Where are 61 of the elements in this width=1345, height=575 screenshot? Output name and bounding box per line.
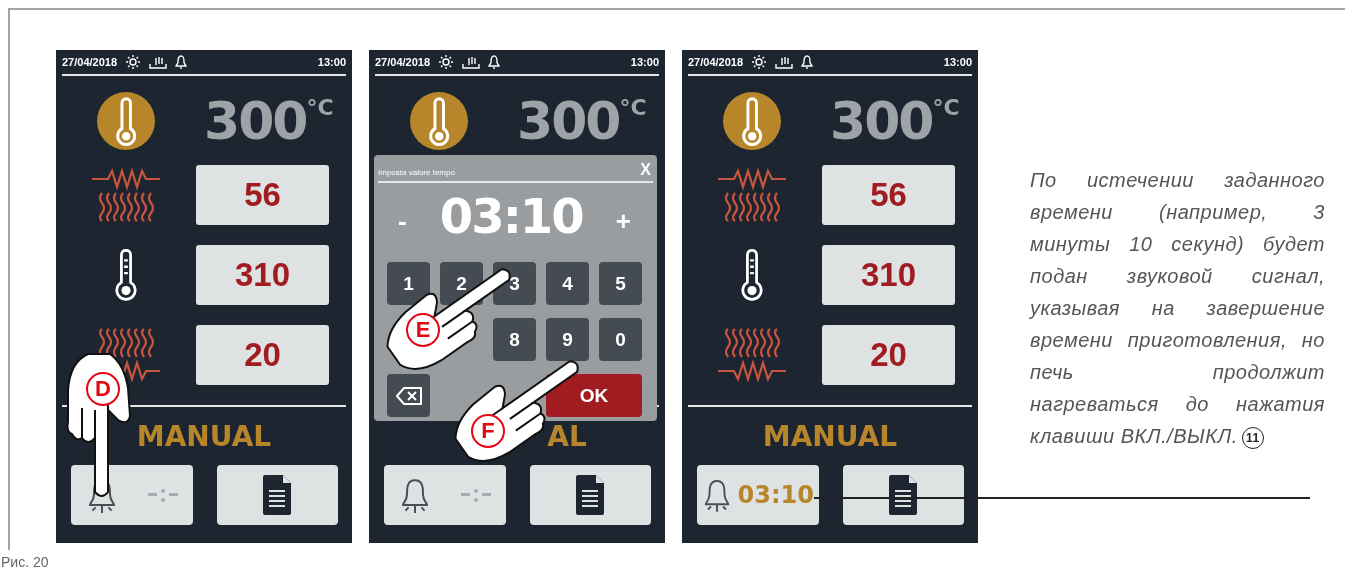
- time-value: 03:10: [439, 188, 583, 244]
- bell-icon: [801, 55, 814, 69]
- value-display: 20: [196, 325, 329, 385]
- timer-button[interactable]: [71, 465, 193, 525]
- timer-placeholder-icon: [147, 489, 178, 503]
- mode-label: MANUAL: [136, 419, 272, 453]
- value-display: 56: [822, 165, 955, 225]
- recipe-button[interactable]: [529, 465, 651, 525]
- heating-element-icon: [716, 327, 788, 383]
- value-display: 310: [196, 245, 329, 305]
- steam-icon: [149, 55, 168, 69]
- value-display: 310: [822, 245, 955, 305]
- recipe-button[interactable]: [216, 465, 338, 525]
- bell-icon: [175, 55, 188, 69]
- timer-button[interactable]: [384, 465, 506, 525]
- value-display: 20: [822, 325, 955, 385]
- status-date: 27/04/2018: [375, 56, 431, 68]
- temperature-unit: °C: [932, 95, 960, 120]
- status-date: 27/04/2018: [62, 56, 118, 68]
- temperature-value: 300: [830, 91, 933, 151]
- status-time: 13:00: [630, 56, 659, 68]
- temperature-value: 300: [204, 91, 307, 151]
- keypad-key[interactable]: 8: [493, 318, 536, 361]
- description-text: По истечении заданного времени (например, 3 минуты 10 секунд) будет подан звуковой сигнал, указывая на завершение времени приготовления, но печь продолжит нагреваться до нажатия клавиши ВКЛ./ВЫКЛ. 11: [1030, 168, 1325, 451]
- keypad-key[interactable]: 4: [546, 262, 589, 305]
- temperature-icon: [723, 92, 781, 150]
- steam-icon: [462, 55, 481, 69]
- keypad-key[interactable]: 0: [599, 318, 642, 361]
- document-icon: [263, 475, 292, 515]
- lamp-icon: [751, 55, 768, 69]
- mode-label: MANUAL: [762, 419, 898, 453]
- steam-icon: [775, 55, 794, 69]
- timer-placeholder-icon: [460, 489, 491, 503]
- mode-label: AL: [547, 419, 587, 453]
- temperature-icon: [97, 92, 155, 150]
- lamp-icon: [125, 55, 142, 69]
- dialog-title: Imposta valore tempo: [378, 168, 455, 179]
- bell-icon: [488, 55, 501, 69]
- heating-element-icon: [716, 167, 788, 223]
- value-display: 56: [196, 165, 329, 225]
- recipe-button[interactable]: [842, 465, 964, 525]
- temperature-unit: °C: [306, 95, 334, 120]
- status-time: 13:00: [317, 56, 346, 68]
- document-icon: [576, 475, 605, 515]
- ok-button[interactable]: OK: [546, 374, 642, 417]
- thermometer-icon: [115, 249, 137, 301]
- temperature-icon: [410, 92, 468, 150]
- heating-element-icon: [90, 167, 162, 223]
- status-time: 13:00: [943, 56, 972, 68]
- figure-caption: Рис. 20: [1, 554, 50, 570]
- status-date: 27/04/2018: [688, 56, 744, 68]
- lamp-icon: [438, 55, 455, 69]
- keypad-key[interactable]: 1: [387, 262, 430, 305]
- backspace-icon: [395, 386, 422, 405]
- document-icon: [889, 475, 918, 515]
- keypad-key[interactable]: 5: [599, 262, 642, 305]
- thermometer-icon: [741, 249, 763, 301]
- backspace-button[interactable]: [387, 374, 430, 417]
- temperature-unit: °C: [619, 95, 647, 120]
- temperature-value: 300: [517, 91, 620, 151]
- keypad-key[interactable]: 9: [546, 318, 589, 361]
